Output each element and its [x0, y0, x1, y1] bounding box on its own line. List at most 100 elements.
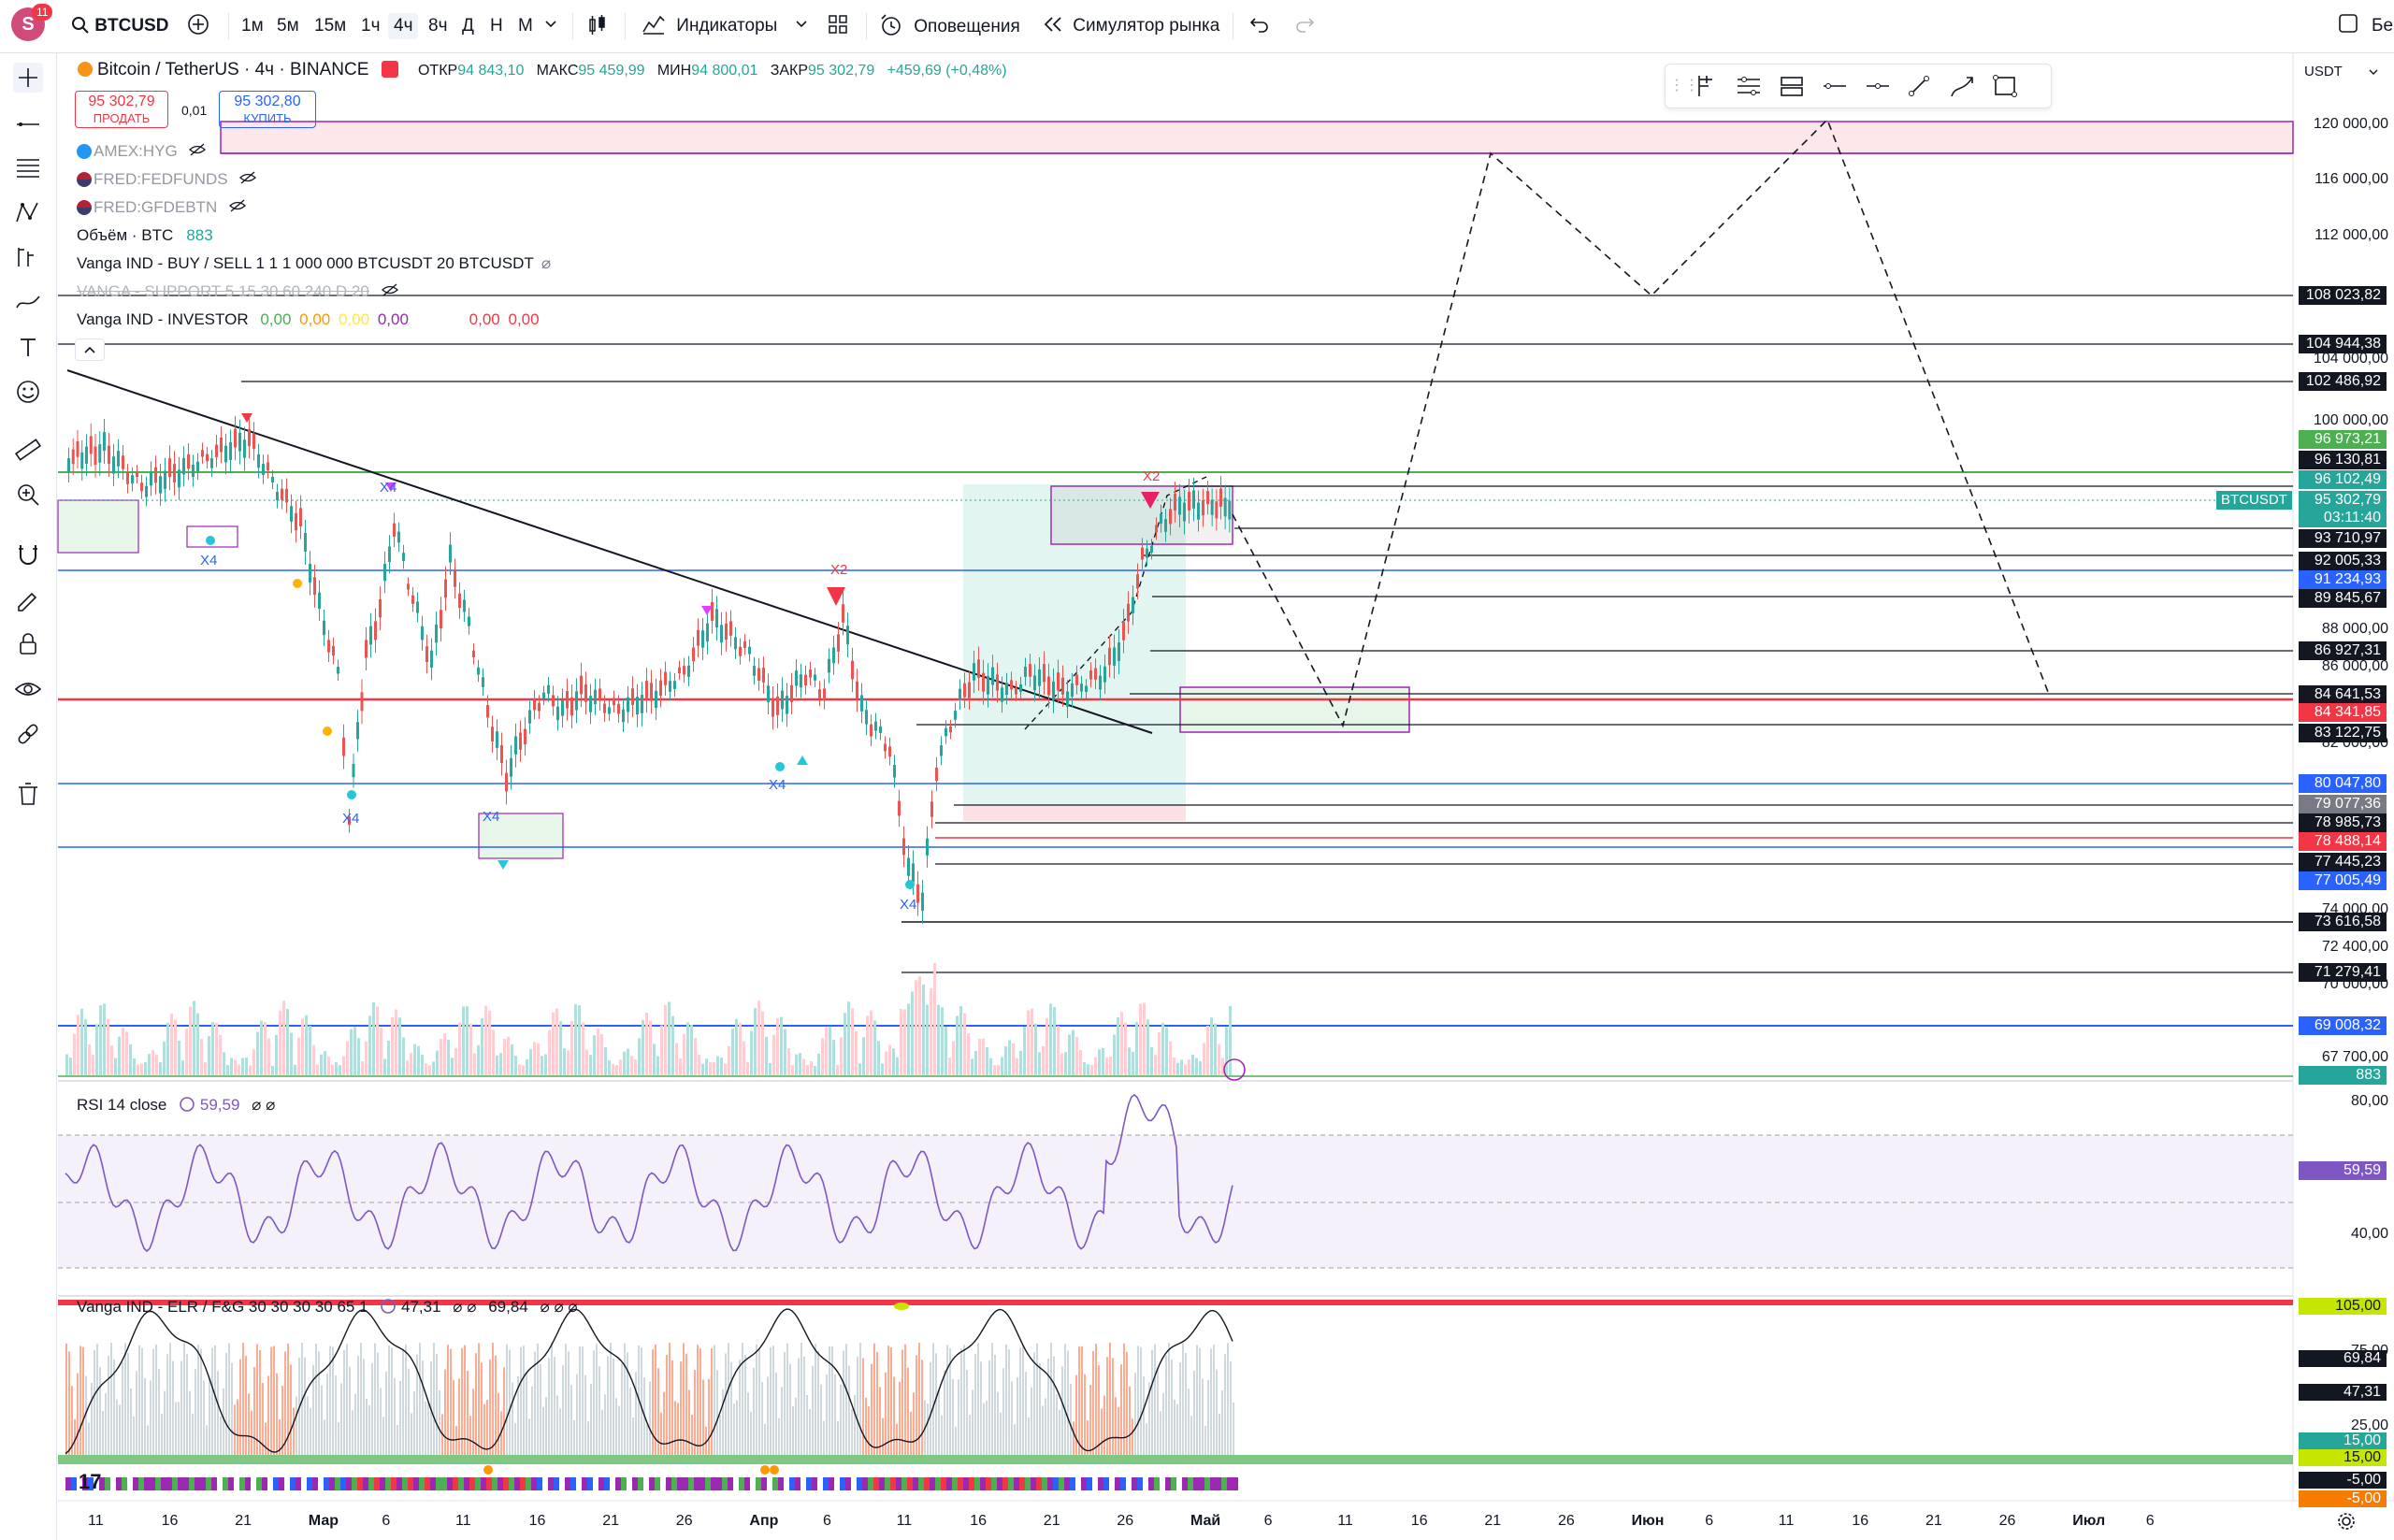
volume-legend[interactable]: Объём · BTC 883 [77, 226, 221, 245]
elr-legend[interactable]: Vanga IND - ELR / F&G 30 30 30 30 65 1 4… [77, 1298, 585, 1317]
interval-15m[interactable]: 15м [309, 13, 352, 39]
price-tick: 86 000,00 [2321, 658, 2388, 674]
chevron-down-icon [545, 21, 556, 28]
hide-drawings-tool[interactable] [13, 674, 43, 704]
interval-month[interactable]: М [512, 13, 539, 39]
time-tick: Июл [2072, 1513, 2106, 1529]
indicator-label: Vanga IND - INVESTOR [77, 310, 249, 328]
fib-retracement-button[interactable] [1735, 72, 1763, 100]
settings-button[interactable] [2336, 1511, 2357, 1536]
chart-type-button[interactable] [585, 13, 610, 39]
eye-hidden-icon[interactable] [381, 283, 398, 296]
time-tick: 6 [1263, 1513, 1273, 1529]
crosshair-icon [19, 68, 37, 87]
trendline-tool-button[interactable] [1905, 72, 1933, 100]
us-flag-icon [77, 172, 92, 187]
price-candles [67, 415, 1232, 924]
bitcoin-icon [78, 62, 93, 77]
interval-week[interactable]: Н [484, 13, 509, 39]
stop-loss-zone[interactable] [963, 806, 1186, 821]
indicator-investor[interactable]: Vanga IND - INVESTOR 0,00 0,00 0,00 0,00… [77, 310, 547, 329]
overlay-color [77, 144, 92, 159]
add-symbol-button[interactable] [187, 13, 209, 39]
price-tick: 112 000,00 [2315, 227, 2388, 243]
symbol-title[interactable]: Bitcoin / TetherUS · 4ч · BINANCE [97, 60, 368, 79]
channel-tool-button[interactable] [1778, 72, 1806, 100]
price-label: 108 023,82 [2299, 286, 2387, 305]
interval-1h[interactable]: 1ч [355, 13, 385, 39]
tradingview-logo[interactable]: 17 [79, 1470, 101, 1493]
rsi-value: 59,59 [199, 1096, 240, 1114]
alerts-button[interactable]: Оповещения [879, 13, 1020, 39]
magnet-tool[interactable] [13, 540, 43, 569]
long-position-zone[interactable] [963, 484, 1186, 815]
link-tool[interactable] [13, 719, 43, 749]
pattern-tool[interactable] [13, 197, 43, 227]
remove-drawings-tool[interactable] [13, 779, 43, 809]
target-box[interactable] [1179, 686, 1410, 733]
ray-tool-button[interactable] [1864, 72, 1892, 100]
chevron-up-icon [84, 346, 95, 353]
layouts-button[interactable] [827, 13, 849, 39]
replay-button[interactable]: Симулятор рынка [1042, 13, 1219, 39]
drag-handle[interactable]: ⋮⋮ [1669, 72, 1699, 100]
resistance-zone[interactable] [220, 121, 2294, 154]
interval-dropdown[interactable] [544, 13, 557, 39]
fullscreen-checkbox[interactable] [2338, 13, 2358, 39]
interval-8h[interactable]: 8ч [423, 13, 453, 39]
lock-drawings-tool[interactable] [13, 629, 43, 659]
fork-tool-button[interactable] [1692, 72, 1720, 100]
zoom-tool[interactable] [13, 480, 43, 510]
range-box[interactable] [1050, 485, 1233, 545]
currency-selector[interactable]: USDT [2299, 60, 2385, 84]
projection-path-short[interactable] [1024, 476, 1207, 730]
zone-box[interactable] [57, 499, 139, 554]
stay-drawing-tool[interactable] [13, 584, 43, 614]
symbol-search[interactable]: BTCUSD [71, 13, 168, 39]
brush-tool-button[interactable] [1948, 72, 1976, 100]
elr-histogram [65, 1343, 1234, 1455]
indicators-button[interactable]: Индикаторы [642, 13, 777, 39]
hline-tool-button[interactable] [1821, 72, 1849, 100]
crosshair-tool[interactable] [13, 63, 43, 93]
eye-hidden-icon[interactable] [189, 143, 207, 156]
forecast-tool[interactable] [13, 242, 43, 272]
time-tick: 21 [1043, 1513, 1060, 1529]
text-tool[interactable] [13, 332, 43, 362]
interval-1m[interactable]: 1м [236, 13, 269, 39]
overlay-gfdebtn[interactable]: FRED:GFDEBTN [77, 198, 246, 217]
sell-button[interactable]: 95 302,79 ПРОДАТЬ [75, 91, 168, 128]
eye-hidden-icon[interactable] [239, 171, 257, 184]
brush-tool[interactable] [13, 287, 43, 317]
trendline-tool[interactable] [13, 109, 43, 139]
fib-tool[interactable] [13, 152, 43, 182]
interval-day[interactable]: Д [456, 13, 480, 39]
top-right-text[interactable]: Бе [2372, 13, 2393, 39]
elr-dot [760, 1465, 770, 1475]
elr-value-label: 15,00 [2299, 1432, 2387, 1449]
text-icon [21, 338, 36, 356]
price-label: 96 130,81 [2299, 451, 2387, 469]
measure-tool[interactable] [13, 435, 43, 465]
emoji-tool[interactable] [13, 377, 43, 407]
elr-value: 47,31 [401, 1298, 441, 1316]
collapse-legend-button[interactable] [75, 338, 105, 361]
indicator-support[interactable]: VANGA - SUPPORT 5 15 30 60 240 D 20 [77, 282, 398, 301]
indicators-dropdown[interactable] [795, 13, 808, 39]
projection-path[interactable] [1232, 118, 2049, 728]
zone-box[interactable] [186, 525, 238, 548]
eye-hidden-icon[interactable] [228, 199, 246, 212]
undo-button[interactable] [1249, 13, 1270, 39]
indicator-buy-sell[interactable]: Vanga IND - BUY / SELL 1 1 1 000 000 BTC… [77, 254, 558, 273]
rectangle-tool-button[interactable] [1991, 72, 2019, 100]
interval-4h[interactable]: 4ч [388, 13, 419, 39]
trendline[interactable] [66, 369, 1153, 734]
overlay-fedfunds[interactable]: FRED:FEDFUNDS [77, 170, 257, 189]
buy-button[interactable]: 95 302,80 КУПИТЬ [219, 91, 316, 128]
rsi-legend[interactable]: RSI 14 close 59,59 ⌀ ⌀ [77, 1096, 282, 1115]
time-tick: 6 [2145, 1513, 2155, 1529]
redo-button[interactable] [1294, 13, 1315, 39]
interval-5m[interactable]: 5м [271, 13, 305, 39]
zone-box[interactable] [478, 813, 564, 859]
overlay-hyg[interactable]: AMEX:HYG [77, 142, 207, 161]
